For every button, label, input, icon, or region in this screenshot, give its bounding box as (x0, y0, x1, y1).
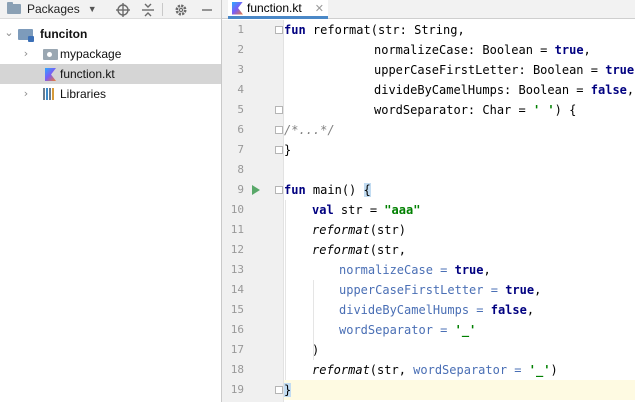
code-text[interactable]: fun reformat(str: String, normalizeCase:… (284, 20, 635, 402)
libraries-icon (43, 88, 57, 100)
view-selector-label: Packages (27, 2, 80, 16)
line-number: 1 (237, 23, 244, 36)
line-number: 17 (230, 343, 244, 356)
tree-item-file[interactable]: function.kt (0, 64, 221, 84)
line-number: 3 (237, 63, 244, 76)
run-icon[interactable] (252, 185, 260, 195)
line-number: 10 (230, 203, 244, 216)
line-number: 8 (237, 163, 244, 176)
tree-item-label: mypackage (60, 47, 122, 61)
folder-icon (7, 2, 21, 14)
chevron-down-icon[interactable]: ⌄ (3, 26, 15, 39)
code-line-4: divideByCamelHumps: Boolean = false, (374, 83, 635, 97)
tab-label: function.kt (247, 1, 302, 15)
line-number: 19 (230, 383, 244, 396)
project-tree: ⌄ funciton › mypackage function.kt › Lib… (0, 19, 221, 104)
project-panel: Packages ▼ ⌄ funciton › mypackage functi… (0, 0, 222, 402)
code-line-12: reformat(str, (312, 243, 406, 257)
line-number: 15 (230, 303, 244, 316)
line-number: 6 (237, 123, 244, 136)
kotlin-file-icon (45, 68, 56, 81)
collapse-icon[interactable] (139, 1, 156, 18)
close-icon[interactable]: ✕ (315, 2, 324, 15)
fold-marker-icon[interactable] (275, 186, 283, 194)
fold-marker-icon[interactable] (275, 106, 283, 114)
line-number: 14 (230, 283, 244, 296)
module-folder-icon (18, 29, 34, 42)
tree-item-libraries[interactable]: › Libraries (0, 84, 221, 104)
chevron-right-icon[interactable]: › (20, 87, 32, 100)
code-area[interactable]: 1 2 3 4 5 6 7 8 9 10 11 12 13 14 15 16 1… (222, 20, 635, 402)
view-selector[interactable]: Packages ▼ (0, 2, 97, 16)
crosshair-icon[interactable] (114, 1, 131, 18)
code-line-10: val str = "aaa" (312, 203, 421, 217)
chevron-right-icon[interactable]: › (20, 47, 32, 60)
fold-marker-icon[interactable] (275, 26, 283, 34)
line-number: 18 (230, 363, 244, 376)
code-line-18: reformat(str, wordSeparator = '_') (312, 363, 558, 377)
code-line-11: reformat(str) (312, 223, 406, 237)
kotlin-file-icon (232, 1, 243, 15)
code-line-6[interactable]: /*...*/ (284, 120, 335, 140)
code-line-19: } (284, 383, 292, 397)
tab-function-kt[interactable]: function.kt ✕ (228, 0, 328, 19)
code-line-5: wordSeparator: Char = ' ') { (374, 103, 577, 117)
project-toolbar: Packages ▼ (0, 0, 221, 19)
minimize-icon[interactable] (198, 1, 215, 18)
code-line-16: wordSeparator = '_' (339, 323, 477, 337)
fold-marker-icon[interactable] (275, 386, 283, 394)
package-folder-icon (43, 49, 58, 60)
code-line-17: ) (312, 343, 320, 357)
code-line-2: normalizeCase: Boolean = true, (374, 43, 591, 57)
line-number: 7 (237, 143, 244, 156)
line-number: 16 (230, 323, 244, 336)
toolbar-divider (162, 3, 163, 16)
code-line-14: upperCaseFirstLetter = true, (339, 283, 542, 297)
indent-guide (285, 200, 286, 380)
tree-item-package[interactable]: › mypackage (0, 44, 221, 64)
line-number: 2 (237, 43, 244, 56)
line-number: 12 (230, 243, 244, 256)
code-line-1: fun reformat(str: String, (284, 23, 465, 37)
fold-marker-icon[interactable] (275, 126, 283, 134)
line-number: 9 (237, 183, 244, 196)
line-number: 11 (230, 223, 244, 236)
code-line-15: divideByCamelHumps = false, (339, 303, 535, 317)
gear-icon[interactable] (172, 1, 189, 18)
tree-item-module[interactable]: ⌄ funciton (0, 24, 221, 44)
line-number: 4 (237, 83, 244, 96)
tree-item-label: Libraries (60, 87, 107, 101)
line-number: 5 (237, 103, 244, 116)
editor: function.kt ✕ 1 2 3 4 5 6 7 8 9 10 11 12… (222, 0, 635, 402)
chevron-down-icon: ▼ (87, 4, 97, 14)
tree-item-label: funciton (40, 27, 88, 41)
fold-marker-icon[interactable] (275, 146, 283, 154)
code-line-3: upperCaseFirstLetter: Boolean = true, (374, 63, 635, 77)
editor-tab-bar: function.kt ✕ (222, 0, 635, 19)
code-line-9: fun main() { (284, 183, 371, 197)
code-line-13: normalizeCase = true, (339, 263, 491, 277)
tree-item-label: function.kt (60, 67, 115, 81)
code-line-7: } (284, 143, 292, 157)
line-number: 13 (230, 263, 244, 276)
